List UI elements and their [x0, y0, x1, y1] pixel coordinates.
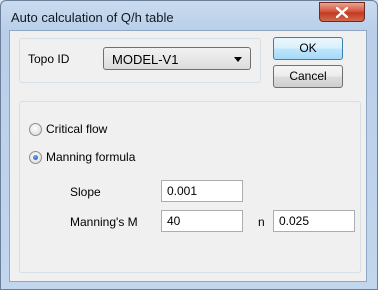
manning-m-input[interactable]: 40 — [161, 210, 243, 232]
manning-m-label: Manning's M — [70, 215, 138, 229]
dialog-client-area: Topo ID MODEL-V1 OK Cancel Critical flow… — [9, 30, 367, 282]
topo-id-dropdown[interactable]: MODEL-V1 — [103, 47, 251, 70]
slope-input[interactable]: 0.001 — [161, 180, 243, 202]
cancel-button[interactable]: Cancel — [273, 65, 343, 88]
manning-formula-radio[interactable] — [29, 151, 42, 164]
slope-label: Slope — [70, 185, 101, 199]
close-button[interactable] — [319, 2, 365, 22]
chevron-down-icon — [234, 57, 242, 62]
ok-button[interactable]: OK — [273, 37, 343, 60]
dialog-window: Auto calculation of Q/h table Topo ID MO… — [0, 0, 378, 290]
manning-formula-label: Manning formula — [46, 150, 136, 164]
topo-id-label: Topo ID — [28, 52, 70, 66]
close-icon — [336, 7, 348, 18]
n-input[interactable]: 0.025 — [273, 210, 355, 232]
n-label: n — [258, 215, 265, 229]
critical-flow-label: Critical flow — [46, 122, 108, 136]
window-title: Auto calculation of Q/h table — [11, 10, 174, 25]
topo-id-value: MODEL-V1 — [112, 52, 179, 67]
radio-selected-dot — [33, 155, 38, 160]
critical-flow-radio[interactable] — [29, 123, 42, 136]
